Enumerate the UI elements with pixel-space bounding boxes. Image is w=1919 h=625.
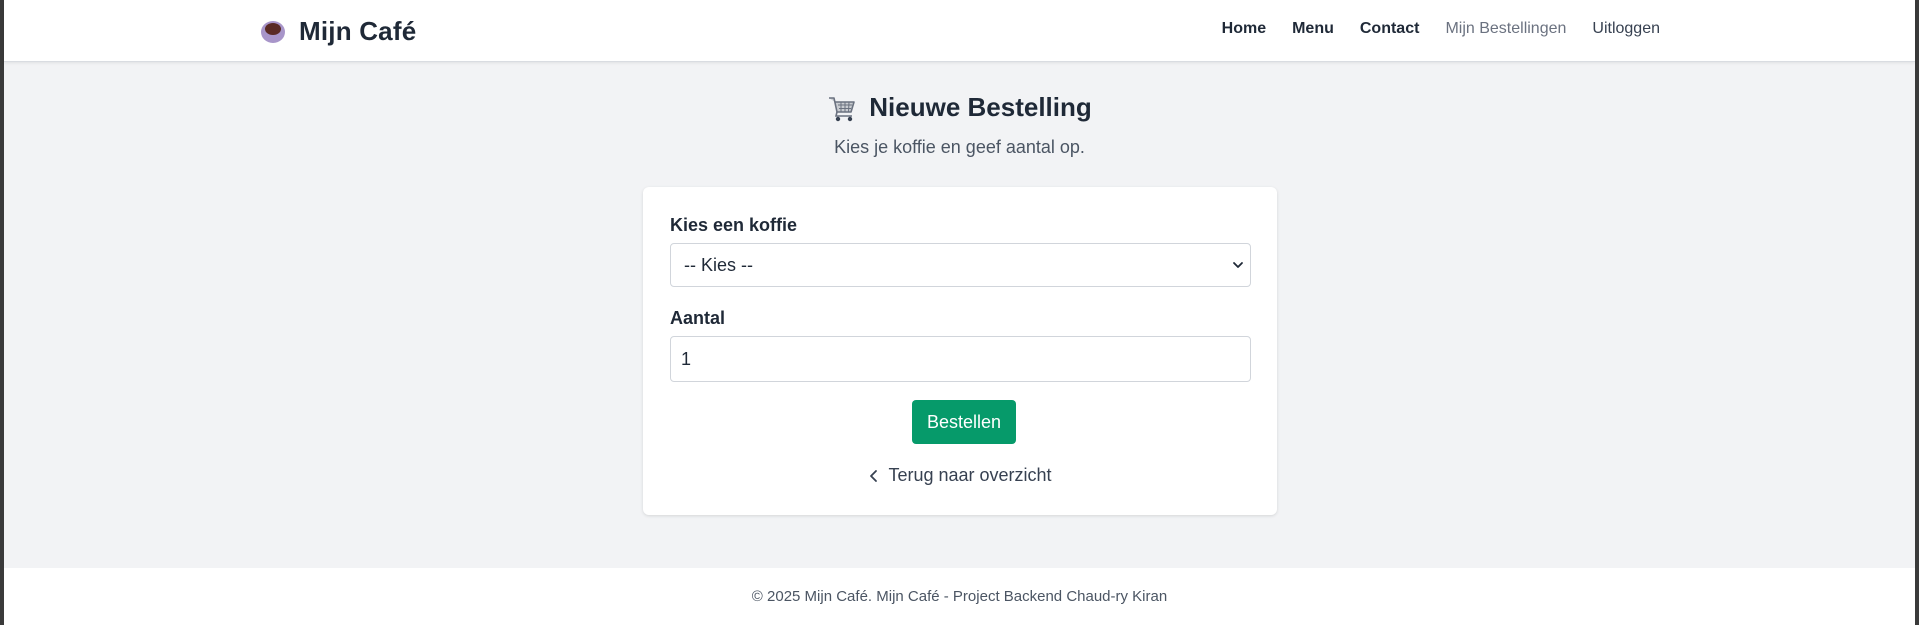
page-header: Nieuwe Bestelling [4, 92, 1915, 123]
main-nav: Home Menu Contact Mijn Bestellingen Uitl… [1222, 0, 1660, 58]
footer-text: © 2025 Mijn Café. Mijn Café - Project Ba… [751, 588, 1168, 605]
quantity-label: Aantal [670, 308, 726, 328]
chevron-left-icon [870, 469, 878, 482]
quantity-value: 1 [681, 348, 692, 369]
app-frame: Mijn Café Home Menu Contact Mijn Bestell… [4, 0, 1915, 625]
back-link-label: Terug naar overzicht [888, 465, 1052, 485]
shopping-cart-icon [829, 96, 856, 121]
page-subtitle: Kies je koffie en geef aantal op. [834, 137, 1085, 157]
brand-name: Mijn Café [299, 15, 417, 46]
nav-mijn-bestellingen[interactable]: Mijn Bestellingen [1445, 20, 1566, 38]
quantity-input[interactable]: 1 [670, 336, 1251, 382]
page-title: Nieuwe Bestelling [869, 92, 1092, 122]
nav-contact[interactable]: Contact [1360, 20, 1420, 38]
back-link[interactable]: Terug naar overzicht [643, 465, 1277, 486]
coffee-select-value: -- Kies -- [684, 254, 753, 275]
chevron-down-icon [1233, 262, 1243, 268]
brand[interactable]: Mijn Café [259, 13, 416, 49]
coffee-select[interactable]: -- Kies -- [670, 243, 1251, 287]
footer: © 2025 Mijn Café. Mijn Café - Project Ba… [4, 568, 1915, 625]
nav-uitloggen[interactable]: Uitloggen [1592, 20, 1660, 38]
coffee-label: Kies een koffie [670, 215, 798, 235]
order-form-card: Kies een koffie -- Kies -- Aantal 1 Best… [643, 187, 1277, 515]
nav-home[interactable]: Home [1222, 20, 1266, 38]
order-button[interactable]: Bestellen [912, 400, 1016, 444]
nav-menu[interactable]: Menu [1292, 20, 1334, 38]
coffee-cup-icon [259, 17, 287, 45]
navbar: Mijn Café Home Menu Contact Mijn Bestell… [4, 0, 1915, 62]
